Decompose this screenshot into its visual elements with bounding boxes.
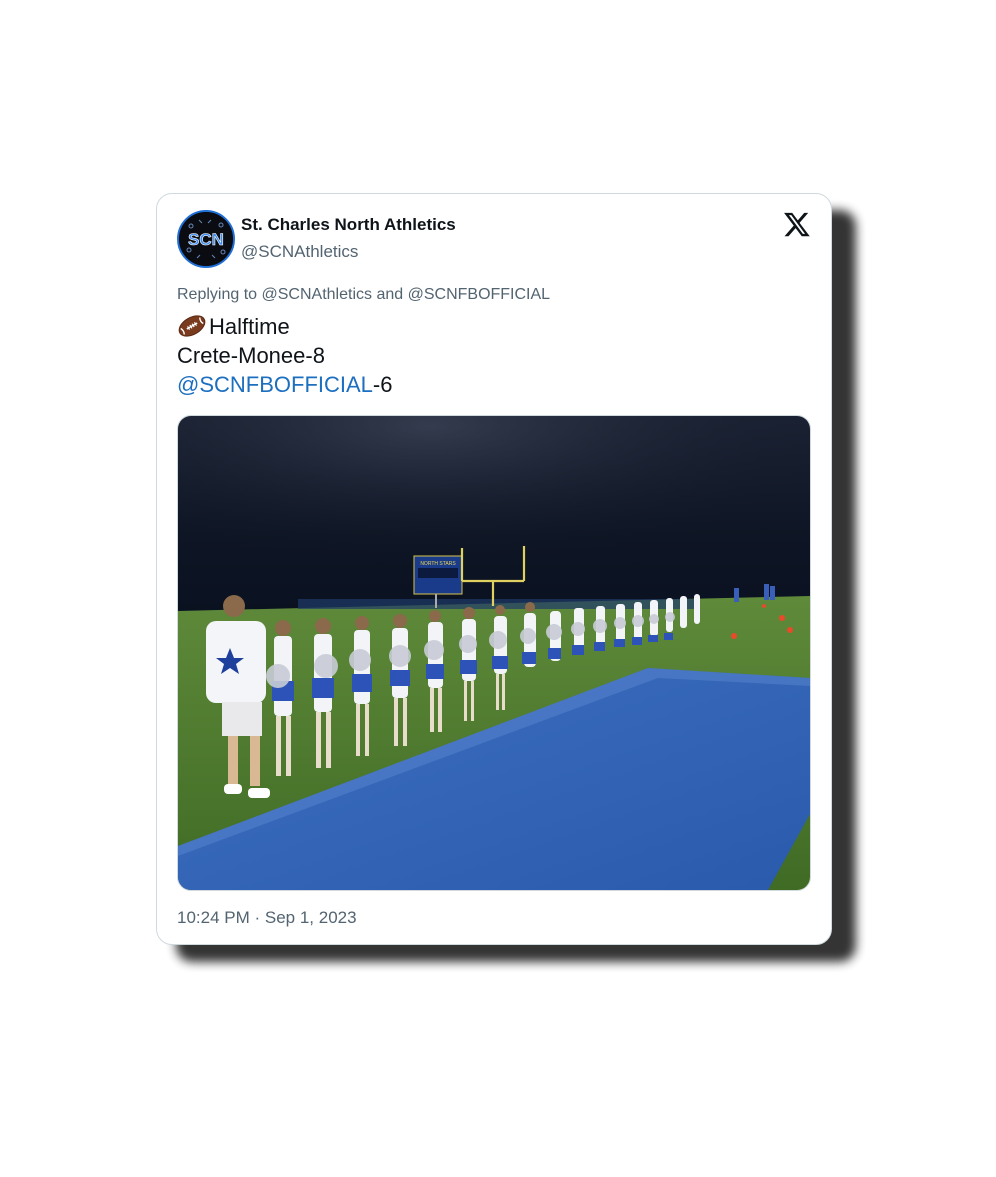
tweet-photo[interactable]: NORTH STARS	[177, 415, 811, 891]
tweet-halftime-text: Halftime	[209, 314, 290, 339]
replying-to-line: Replying to @SCNAthletics and @SCNFBOFFI…	[177, 286, 550, 304]
american-football-icon	[177, 314, 207, 338]
tweet-card: SCN St. Charles North Athletics @SCNAthl…	[156, 193, 832, 945]
tweet-score-suffix: -6	[372, 372, 393, 397]
avatar-monogram: SCN	[188, 230, 224, 249]
replying-to-joiner: and	[372, 286, 408, 303]
x-logo-icon[interactable]	[783, 210, 811, 238]
tweet-mention-scnfbofficial[interactable]: @SCNFBOFFICIAL	[177, 372, 373, 397]
reply-mention-scnathletics[interactable]: @SCNAthletics	[262, 286, 373, 303]
author-avatar[interactable]: SCN	[177, 210, 235, 268]
tweet-text: Halftime Crete-Monee-8 @SCNFBOFFICIAL-6	[177, 312, 392, 399]
author-handle[interactable]: @SCNAthletics	[241, 242, 358, 262]
tweet-line-2: Crete-Monee-8	[177, 343, 325, 368]
reply-mention-scnfbofficial[interactable]: @SCNFBOFFICIAL	[408, 286, 550, 303]
tweet-line-1: Halftime	[177, 312, 392, 341]
tweet-line-3: @SCNFBOFFICIAL-6	[177, 370, 392, 399]
tweet-timestamp[interactable]: 10:24 PM · Sep 1, 2023	[177, 908, 357, 928]
scoreboard-label: NORTH STARS	[420, 561, 456, 567]
author-name[interactable]: St. Charles North Athletics	[241, 215, 456, 235]
replying-to-prefix: Replying to	[177, 286, 262, 303]
